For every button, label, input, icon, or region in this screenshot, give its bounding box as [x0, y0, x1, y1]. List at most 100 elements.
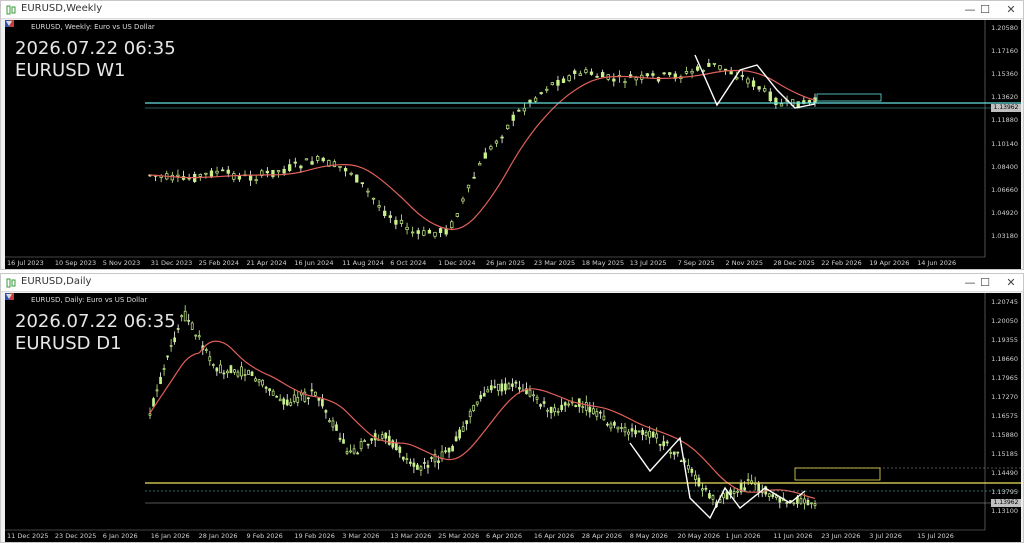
daily-chart-window[interactable]: EURUSD,Daily — ☐ ✕ EURUSD, Daily: Euro v…	[0, 273, 1024, 543]
price-axis-label: 1.19355	[991, 336, 1018, 344]
time-axis-label: 25 Feb 2024	[198, 259, 240, 267]
price-range-box[interactable]	[794, 467, 881, 481]
current-price-label: 1.13962	[991, 499, 1021, 507]
candle-body	[455, 213, 460, 217]
candle-body	[553, 407, 556, 413]
time-axis-label: 26 Jan 2025	[486, 259, 525, 267]
candle-body	[561, 78, 566, 83]
window-title: EURUSD,Daily	[21, 276, 92, 287]
candle-body	[422, 230, 426, 236]
candle-body	[240, 366, 243, 377]
window-titlebar[interactable]: EURUSD,Daily — ☐ ✕	[1, 274, 1023, 292]
candle-body	[483, 152, 487, 159]
candle-body	[577, 398, 581, 407]
time-axis-label: 16 Jul 2023	[7, 259, 44, 267]
candle-body	[679, 460, 683, 462]
time-axis-label: 2 Nov 2025	[725, 259, 764, 267]
candle-body	[556, 80, 560, 86]
candle-body	[588, 406, 592, 413]
price-axis-label: 1.15880	[991, 431, 1018, 439]
candle-body	[356, 452, 359, 455]
time-axis-label: 1 Jun 2026	[725, 532, 761, 540]
candle-body	[155, 389, 159, 392]
candle-body	[550, 82, 555, 86]
candle-body	[229, 365, 233, 374]
candle-body	[148, 413, 152, 416]
candle-body	[433, 231, 437, 237]
candle-body	[233, 369, 236, 373]
candle-body	[190, 322, 194, 330]
candle-body	[511, 114, 515, 121]
candle-body	[321, 399, 324, 407]
candle-body	[740, 75, 745, 77]
candle-body	[444, 450, 447, 453]
chart-symbol-header: EURUSD, Weekly: Euro vs US Dollar	[31, 23, 155, 31]
candle-body	[722, 493, 725, 499]
maximize-button[interactable]: ☐	[971, 1, 999, 18]
time-axis-label: 3 Jul 2026	[869, 532, 902, 540]
chart-symbol-header: EURUSD, Daily: Euro vs US Dollar	[31, 296, 148, 304]
price-axis-label: 1.15185	[991, 450, 1018, 458]
close-button[interactable]: ✕	[997, 274, 1024, 291]
candle-body	[219, 364, 222, 374]
candle-body	[366, 443, 370, 446]
candle-body	[803, 498, 806, 504]
candle-body	[162, 368, 166, 370]
moving-average-line	[149, 69, 816, 231]
candle-body	[194, 334, 198, 337]
candle-body	[690, 71, 694, 74]
candle-body	[349, 172, 353, 175]
candle-body	[763, 88, 767, 92]
candle-body	[282, 168, 286, 174]
candle-body	[419, 466, 423, 471]
candle-body	[806, 499, 810, 505]
candle-body	[567, 403, 571, 406]
time-axis-label: 1 Dec 2024	[438, 259, 476, 267]
candle-body	[528, 389, 532, 397]
maximize-button[interactable]: ☐	[971, 274, 999, 291]
current-price-label: 1.13962	[991, 104, 1021, 112]
candle-body	[430, 457, 433, 459]
candle-body	[813, 503, 817, 506]
candle-body	[684, 71, 689, 74]
price-axis-label: 1.13795	[991, 488, 1018, 496]
candle-body	[500, 383, 504, 392]
candle-body	[535, 396, 539, 400]
price-range-box[interactable]	[816, 93, 882, 102]
window-titlebar[interactable]: EURUSD,Weekly — ☐ ✕	[1, 1, 1023, 19]
weekly-price-chart[interactable]: EURUSD, Weekly: Euro vs US Dollar 2026.0…	[5, 20, 1021, 269]
weekly-chart-window[interactable]: EURUSD,Weekly — ☐ ✕ EURUSD, Weekly: Euro…	[0, 0, 1024, 270]
candle-body	[366, 190, 370, 193]
daily-price-chart[interactable]: EURUSD, Daily: Euro vs US Dollar 2026.07…	[5, 293, 1021, 542]
time-axis-label: 31 Dec 2023	[150, 259, 193, 267]
time-axis-label: 16 Jun 2024	[294, 259, 334, 267]
candle-body	[774, 97, 778, 105]
candle-body	[623, 426, 627, 433]
time-axis-label: 3 Mar 2026	[342, 532, 380, 540]
candle-body	[697, 477, 701, 487]
candle-body	[595, 75, 599, 78]
price-axis-label: 1.16575	[991, 412, 1018, 420]
candle-body	[412, 462, 416, 467]
time-axis-label: 19 Apr 2026	[869, 259, 910, 267]
price-axis-label: 1.13100	[991, 507, 1018, 515]
candle-body	[268, 388, 271, 392]
window-title: EURUSD,Weekly	[21, 3, 103, 14]
candle-body	[634, 430, 637, 435]
candle-body	[475, 401, 479, 405]
candle-body	[556, 410, 560, 413]
candle-body	[472, 176, 476, 179]
candle-body	[324, 410, 328, 413]
one-click-arrow-icon[interactable]	[5, 20, 13, 27]
candle-body	[296, 397, 300, 403]
candle-body	[243, 374, 247, 376]
one-click-arrow-icon[interactable]	[5, 293, 13, 300]
candle-body	[517, 109, 521, 112]
close-button[interactable]: ✕	[997, 1, 1024, 18]
candlestick-window-icon	[6, 5, 16, 15]
price-axis-label: 1.11880	[991, 116, 1018, 125]
candle-body	[211, 364, 215, 366]
candle-body	[450, 221, 454, 229]
time-axis-label: 28 Dec 2025	[773, 259, 815, 267]
candle-body	[254, 378, 257, 382]
